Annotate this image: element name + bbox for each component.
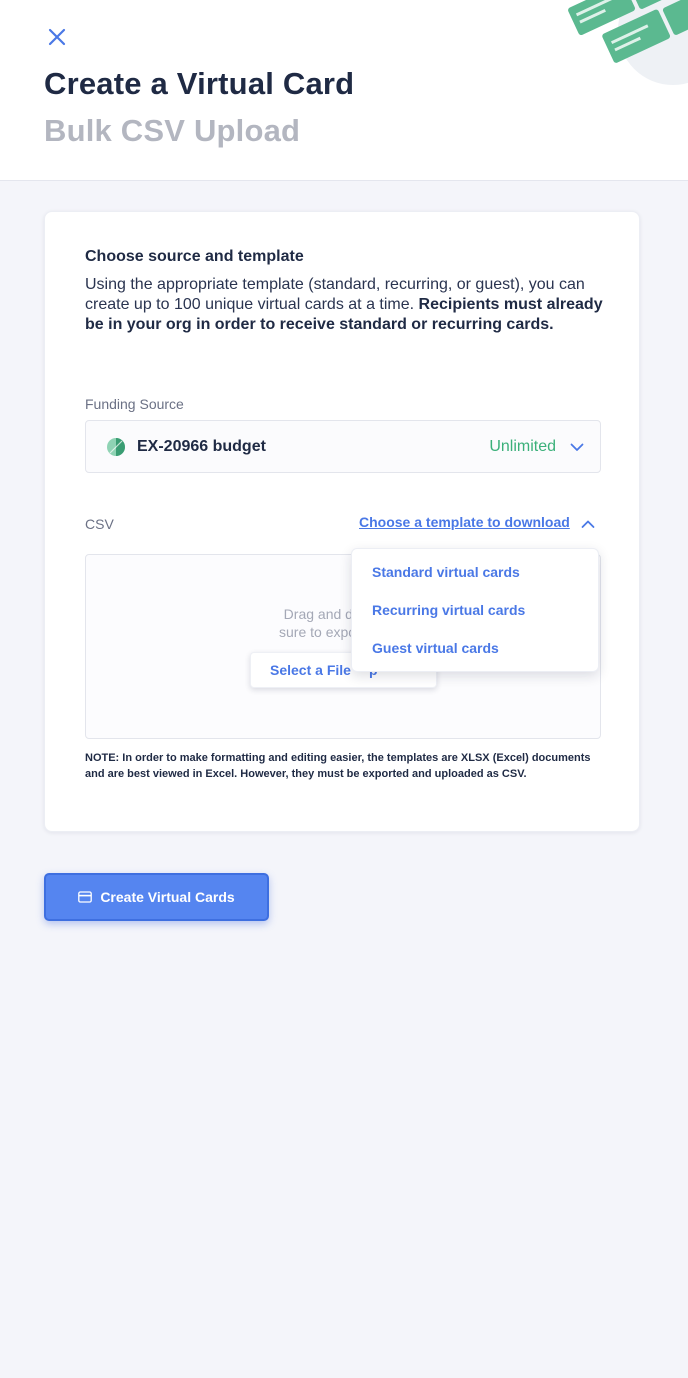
page-subtitle: Bulk CSV Upload <box>44 113 301 148</box>
template-download-link[interactable]: Choose a template to download <box>359 514 570 530</box>
format-note: NOTE: In order to make formatting and ed… <box>85 752 591 780</box>
section-description: Using the appropriate template (standard… <box>85 275 605 335</box>
funding-source-select[interactable]: EX-20966 budget Unlimited <box>85 420 601 473</box>
chevron-down-icon <box>570 443 584 451</box>
funding-source-limit: Unlimited <box>489 437 556 455</box>
credit-card-icon <box>78 891 93 903</box>
select-file-label: Select a File <box>270 662 351 678</box>
csv-label: CSV <box>85 516 114 532</box>
template-dropdown-menu: Standard virtual cards Recurring virtual… <box>351 548 599 672</box>
virtual-cards-illustration <box>568 0 688 85</box>
page-title: Create a Virtual Card <box>44 66 355 101</box>
close-button[interactable] <box>44 24 70 50</box>
bulk-upload-card: Choose source and template Using the app… <box>44 211 640 832</box>
budget-pie-icon <box>107 437 125 456</box>
funding-source-label: Funding Source <box>85 396 184 412</box>
close-icon <box>48 28 66 46</box>
page-header: Create a Virtual Card Bulk CSV Upload <box>0 0 688 181</box>
section-title: Choose source and template <box>85 248 304 265</box>
chevron-up-icon[interactable] <box>581 517 595 531</box>
funding-source-name: EX-20966 budget <box>137 437 266 455</box>
create-virtual-cards-button[interactable]: Create Virtual Cards <box>44 873 269 921</box>
menu-item-standard[interactable]: Standard virtual cards <box>372 564 520 580</box>
menu-item-recurring[interactable]: Recurring virtual cards <box>372 602 525 618</box>
menu-item-guest[interactable]: Guest virtual cards <box>372 640 499 656</box>
create-virtual-cards-label: Create Virtual Cards <box>100 889 235 905</box>
